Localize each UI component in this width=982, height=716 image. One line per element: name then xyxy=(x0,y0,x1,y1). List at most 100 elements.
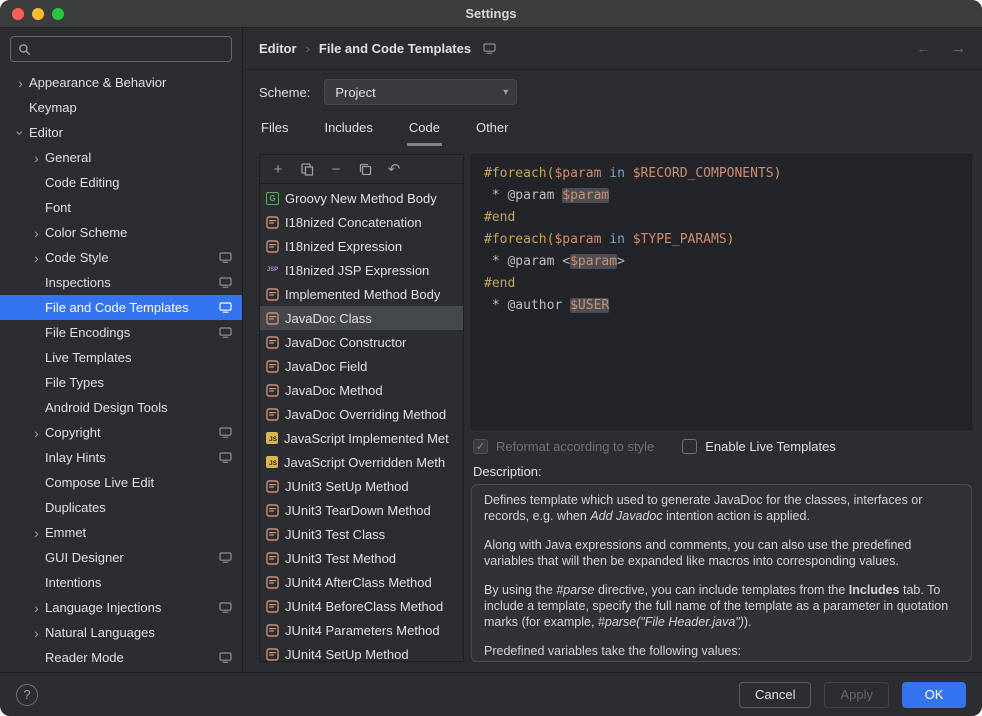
template-item-junit3-teardown-method[interactable]: JUnit3 TearDown Method xyxy=(260,498,463,522)
close-window-button[interactable] xyxy=(12,8,24,20)
groovy-file-icon: G xyxy=(266,192,279,205)
sidebar-item-file-types[interactable]: ›File Types xyxy=(0,370,242,395)
chevron-down-icon[interactable]: › xyxy=(14,124,28,141)
template-item-implemented-method-body[interactable]: Implemented Method Body xyxy=(260,282,463,306)
chevron-right-icon[interactable]: › xyxy=(28,251,45,265)
template-tabs: Files Includes Code Other xyxy=(243,112,982,146)
search-input[interactable] xyxy=(37,41,224,58)
template-item-label: JavaDoc Constructor xyxy=(285,335,406,350)
reformat-checkbox[interactable]: ✓ xyxy=(473,439,488,454)
tab-other[interactable]: Other xyxy=(474,112,511,146)
sidebar-item-color-scheme[interactable]: ›Color Scheme xyxy=(0,220,242,245)
duplicate-template-icon[interactable] xyxy=(357,161,373,177)
sidebar-item-label: Copyright xyxy=(45,425,101,440)
template-item-junit4-beforeclass-method[interactable]: JUnit4 BeforeClass Method xyxy=(260,594,463,618)
chevron-right-icon[interactable]: › xyxy=(12,76,29,90)
description-paragraph: Along with Java expressions and comments… xyxy=(484,537,959,569)
scheme-dropdown[interactable]: Project ▾ xyxy=(324,79,517,105)
live-templates-checkbox[interactable] xyxy=(682,439,697,454)
ok-button[interactable]: OK xyxy=(902,682,966,708)
chevron-right-icon[interactable]: › xyxy=(28,426,45,440)
sidebar-item-gui-designer[interactable]: ›GUI Designer xyxy=(0,545,242,570)
chevron-right-icon[interactable]: › xyxy=(28,151,45,165)
sidebar-item-file-encodings[interactable]: ›File Encodings xyxy=(0,320,242,345)
back-button[interactable]: ← xyxy=(916,40,931,57)
template-item-i18nized-expression[interactable]: I18nized Expression xyxy=(260,234,463,258)
template-item-i18nized-concatenation[interactable]: I18nized Concatenation xyxy=(260,210,463,234)
template-item-junit3-test-method[interactable]: JUnit3 Test Method xyxy=(260,546,463,570)
template-item-junit3-setup-method[interactable]: JUnit3 SetUp Method xyxy=(260,474,463,498)
chevron-right-icon[interactable]: › xyxy=(28,526,45,540)
template-item-javascript-overridden-meth[interactable]: JSJavaScript Overridden Meth xyxy=(260,450,463,474)
template-item-i18nized-jsp-expression[interactable]: JSPI18nized JSP Expression xyxy=(260,258,463,282)
settings-header: Editor›File and Code Templates ← → xyxy=(243,28,982,70)
breadcrumb-item-editor[interactable]: Editor xyxy=(259,41,297,56)
sidebar-item-code-style[interactable]: ›Code Style xyxy=(0,245,242,270)
sidebar-item-editor[interactable]: ›Editor xyxy=(0,120,242,145)
chevron-right-icon[interactable]: › xyxy=(28,601,45,615)
template-item-groovy-new-method-body[interactable]: GGroovy New Method Body xyxy=(260,186,463,210)
sidebar-item-natural-languages[interactable]: ›Natural Languages xyxy=(0,620,242,645)
minimize-window-button[interactable] xyxy=(32,8,44,20)
live-templates-option: Enable Live Templates xyxy=(682,439,836,454)
sidebar-item-keymap[interactable]: ›Keymap xyxy=(0,95,242,120)
template-file-icon xyxy=(266,480,279,493)
template-item-javadoc-class[interactable]: JavaDoc Class xyxy=(260,306,463,330)
sidebar-item-compose-live-edit[interactable]: ›Compose Live Edit xyxy=(0,470,242,495)
sidebar-item-emmet[interactable]: ›Emmet xyxy=(0,520,242,545)
template-file-icon xyxy=(266,624,279,637)
settings-search-field[interactable] xyxy=(10,36,232,62)
sidebar-item-label: Code Style xyxy=(45,250,109,265)
template-editor[interactable]: #foreach($param in $RECORD_COMPONENTS) *… xyxy=(471,154,972,430)
cancel-button[interactable]: Cancel xyxy=(739,682,811,708)
remove-template-icon[interactable]: − xyxy=(328,161,344,177)
tab-files[interactable]: Files xyxy=(259,112,290,146)
chevron-right-icon[interactable]: › xyxy=(28,226,45,240)
tab-includes[interactable]: Includes xyxy=(322,112,374,146)
breadcrumb: Editor›File and Code Templates xyxy=(259,41,496,56)
sidebar-item-language-injections[interactable]: ›Language Injections xyxy=(0,595,242,620)
sidebar-item-font[interactable]: ›Font xyxy=(0,195,242,220)
template-item-javadoc-field[interactable]: JavaDoc Field xyxy=(260,354,463,378)
sidebar-item-inlay-hints[interactable]: ›Inlay Hints xyxy=(0,445,242,470)
sidebar-item-general[interactable]: ›General xyxy=(0,145,242,170)
copy-template-icon[interactable] xyxy=(299,161,315,177)
forward-button[interactable]: → xyxy=(951,40,966,57)
sidebar-item-code-editing[interactable]: ›Code Editing xyxy=(0,170,242,195)
template-item-javascript-implemented-met[interactable]: JSJavaScript Implemented Met xyxy=(260,426,463,450)
sidebar-item-intentions[interactable]: ›Intentions xyxy=(0,570,242,595)
template-item-javadoc-overriding-method[interactable]: JavaDoc Overriding Method xyxy=(260,402,463,426)
tab-code[interactable]: Code xyxy=(407,112,442,146)
sidebar-item-android-design-tools[interactable]: ›Android Design Tools xyxy=(0,395,242,420)
revert-template-icon[interactable]: ↶ xyxy=(386,161,402,177)
chevron-right-icon[interactable]: › xyxy=(28,626,45,640)
sidebar-item-label: Inspections xyxy=(45,275,111,290)
apply-button[interactable]: Apply xyxy=(824,682,889,708)
template-item-junit4-setup-method[interactable]: JUnit4 SetUp Method xyxy=(260,642,463,661)
template-item-javadoc-method[interactable]: JavaDoc Method xyxy=(260,378,463,402)
sidebar-item-reader-mode[interactable]: ›Reader Mode xyxy=(0,645,242,670)
zoom-window-button[interactable] xyxy=(52,8,64,20)
sidebar-item-appearance-behavior[interactable]: ›Appearance & Behavior xyxy=(0,70,242,95)
traffic-lights xyxy=(12,0,64,27)
dialog-footer: ? Cancel Apply OK xyxy=(0,672,982,716)
sidebar-item-duplicates[interactable]: ›Duplicates xyxy=(0,495,242,520)
sidebar-item-copyright[interactable]: ›Copyright xyxy=(0,420,242,445)
breadcrumb-item-file-and-code-templates[interactable]: File and Code Templates xyxy=(319,41,471,56)
sidebar-item-file-and-code-templates[interactable]: ›File and Code Templates xyxy=(0,295,242,320)
template-item-label: JUnit4 SetUp Method xyxy=(285,647,409,662)
help-button[interactable]: ? xyxy=(16,684,38,706)
sidebar-item-label: File and Code Templates xyxy=(45,300,189,315)
reformat-option: ✓ Reformat according to style xyxy=(473,439,654,454)
screen-icon xyxy=(219,602,232,613)
template-item-junit3-test-class[interactable]: JUnit3 Test Class xyxy=(260,522,463,546)
code-line: * @author $USER xyxy=(484,295,959,317)
template-item-junit4-parameters-method[interactable]: JUnit4 Parameters Method xyxy=(260,618,463,642)
sidebar-item-live-templates[interactable]: ›Live Templates xyxy=(0,345,242,370)
template-item-junit4-afterclass-method[interactable]: JUnit4 AfterClass Method xyxy=(260,570,463,594)
sidebar-item-inspections[interactable]: ›Inspections xyxy=(0,270,242,295)
template-item-label: I18nized Expression xyxy=(285,239,402,254)
add-template-icon[interactable]: + xyxy=(270,161,286,177)
template-file-icon xyxy=(266,504,279,517)
template-item-javadoc-constructor[interactable]: JavaDoc Constructor xyxy=(260,330,463,354)
